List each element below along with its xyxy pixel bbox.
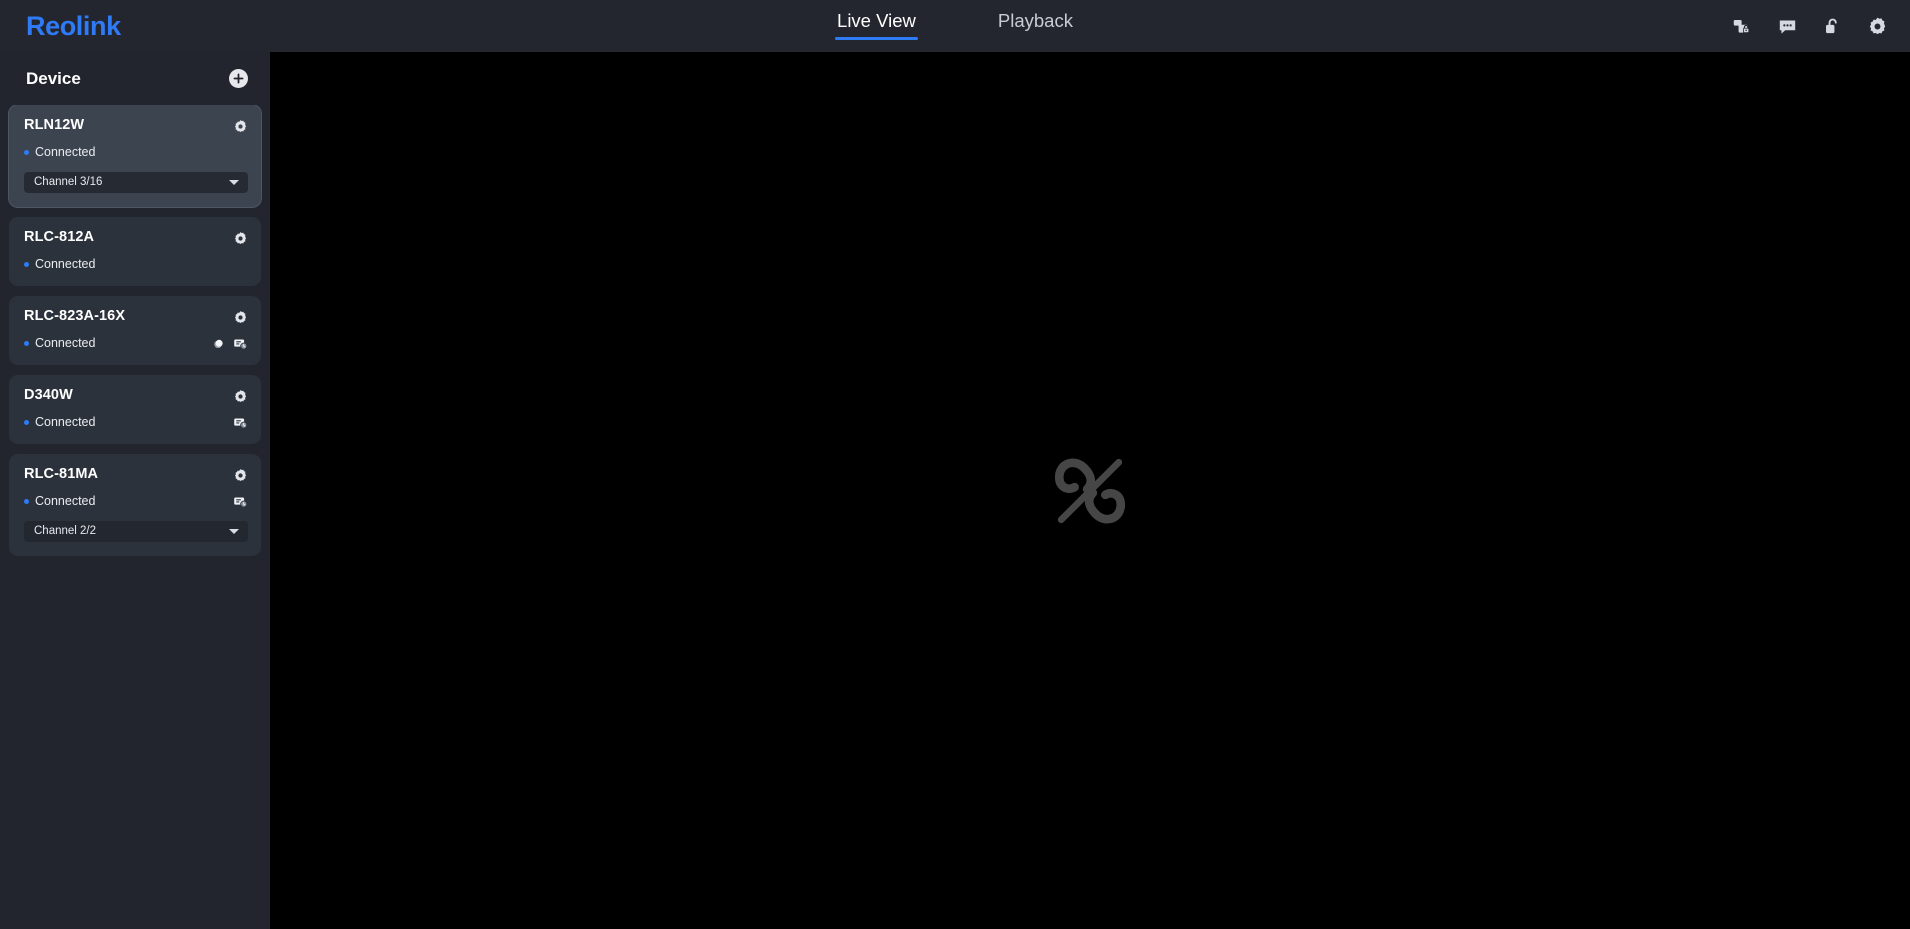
broken-link-icon — [1042, 443, 1138, 539]
reolink-logo: Reolink — [26, 10, 121, 41]
channel-dropdown[interactable]: Channel 2/2 — [24, 521, 248, 542]
device-status-row: Connected — [24, 494, 248, 509]
device-badge-group — [211, 336, 248, 351]
live-view-stage[interactable] — [270, 52, 1910, 929]
add-device-button[interactable] — [229, 69, 248, 88]
tab-live-view[interactable]: Live View — [835, 9, 918, 41]
channel-dropdown[interactable]: Channel 3/16 — [24, 172, 248, 193]
device-card-rlc-81ma[interactable]: RLC-81MA Connected Channel 2/2 — [9, 454, 261, 556]
device-card-d340w[interactable]: D340W Connected — [9, 375, 261, 444]
device-settings-gear-icon[interactable] — [233, 310, 248, 325]
unlock-padlock-icon[interactable] — [1821, 15, 1843, 37]
device-settings-gear-icon[interactable] — [233, 468, 248, 483]
status-badge: Connected — [24, 337, 95, 350]
device-settings-gear-icon[interactable] — [233, 119, 248, 134]
status-badge: Connected — [24, 258, 95, 271]
device-sidebar: Device RLN12W Connected Channel 3/16 RLC… — [0, 52, 270, 929]
device-badge-group — [233, 494, 248, 509]
device-name: RLC-823A-16X — [24, 308, 126, 324]
status-dot — [24, 420, 29, 425]
gear-icon[interactable] — [1866, 15, 1888, 37]
device-name: RLN12W — [24, 117, 85, 133]
sidebar-title: Device — [26, 69, 81, 88]
status-label: Connected — [35, 336, 96, 351]
device-card-header: RLN12W — [24, 117, 248, 134]
devices-lock-icon[interactable] — [1731, 15, 1753, 37]
chat-bubble-icon[interactable] — [1776, 15, 1798, 37]
status-badge: Connected — [24, 495, 95, 508]
app-body: Device RLN12W Connected Channel 3/16 RLC… — [0, 52, 1910, 929]
status-dot — [24, 341, 29, 346]
status-label: Connected — [35, 415, 96, 430]
device-name: D340W — [24, 387, 73, 403]
device-badge-group — [233, 415, 248, 430]
main-nav-tabs: Live View Playback — [0, 0, 1910, 52]
tab-live-view-label: Live View — [837, 9, 916, 31]
device-card-header: RLC-812A — [24, 229, 248, 246]
status-label: Connected — [35, 257, 96, 272]
device-card-rlc-812a[interactable]: RLC-812A Connected — [9, 217, 261, 286]
status-label: Connected — [35, 145, 96, 160]
status-dot — [24, 262, 29, 267]
top-bar: Reolink Live View Playback — [0, 0, 1910, 52]
device-status-row: Connected — [24, 145, 248, 160]
tab-playback-label: Playback — [997, 9, 1073, 31]
device-status-row: Connected — [24, 257, 248, 272]
channel-label: Channel 3/16 — [34, 175, 103, 188]
channel-label: Channel 2/2 — [34, 524, 97, 537]
device-name: RLC-812A — [24, 229, 95, 245]
device-status-row: Connected — [24, 336, 248, 351]
sd-card-warning-icon[interactable] — [233, 336, 248, 351]
chevron-down-icon — [229, 529, 239, 534]
device-card-rlc-823a-16x[interactable]: RLC-823A-16X Connected — [9, 296, 261, 365]
sidebar-header: Device — [0, 52, 270, 105]
status-badge: Connected — [24, 416, 95, 429]
device-list: RLN12W Connected Channel 3/16 RLC-812A C… — [0, 105, 270, 556]
device-settings-gear-icon[interactable] — [233, 231, 248, 246]
spotlight-icon[interactable] — [211, 336, 226, 351]
device-settings-gear-icon[interactable] — [233, 389, 248, 404]
tab-playback[interactable]: Playback — [996, 9, 1075, 41]
device-status-row: Connected — [24, 415, 248, 430]
device-card-header: RLC-823A-16X — [24, 308, 248, 325]
device-name: RLC-81MA — [24, 466, 99, 482]
status-dot — [24, 150, 29, 155]
sd-card-warning-icon[interactable] — [233, 494, 248, 509]
top-bar-icon-group — [1731, 15, 1888, 37]
app-window: Reolink Live View Playback Device RLN12W… — [0, 0, 1910, 929]
status-dot — [24, 499, 29, 504]
device-card-header: D340W — [24, 387, 248, 404]
status-label: Connected — [35, 494, 96, 509]
chevron-down-icon — [229, 180, 239, 185]
status-badge: Connected — [24, 146, 95, 159]
device-card-header: RLC-81MA — [24, 466, 248, 483]
sd-card-warning-icon[interactable] — [233, 415, 248, 430]
device-card-rln12w[interactable]: RLN12W Connected Channel 3/16 — [9, 105, 261, 207]
